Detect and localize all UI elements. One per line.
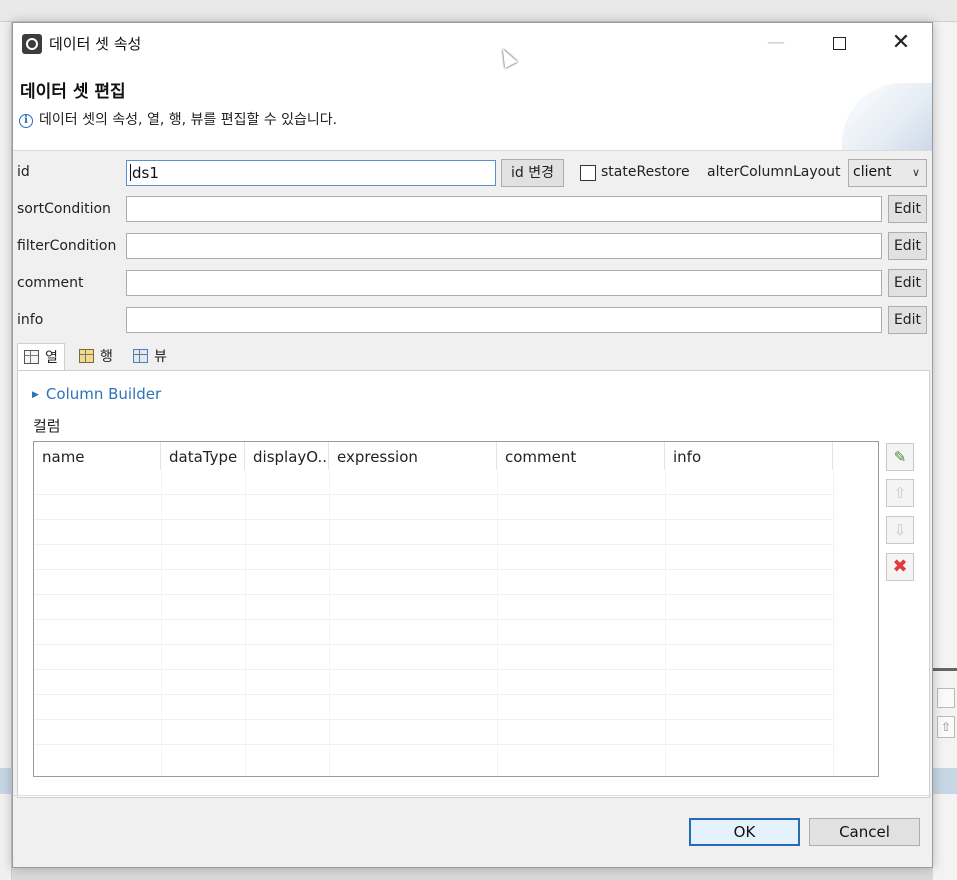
delete-column-button[interactable]: ✖ [886,553,914,581]
tab-rows-label: 행 [100,349,113,365]
alter-column-layout-select[interactable]: client ∨ [848,159,927,187]
sort-condition-label: sortCondition [17,201,111,217]
grid-col-line [833,470,834,776]
grid-header-name[interactable]: name [34,442,161,470]
info-input[interactable] [126,307,882,333]
add-column-button[interactable]: ✎ [886,443,914,471]
ok-button[interactable]: OK [689,818,800,846]
chevron-down-icon: ∨ [911,166,920,179]
grid-header-expression[interactable]: expression [329,442,497,470]
id-input-value: ds1 [132,164,159,182]
grid-row-line [34,544,834,545]
filter-condition-input[interactable] [126,233,882,259]
grid-row-line [34,619,834,620]
columns-section-label: 컬럼 [33,417,61,435]
dataset-properties-dialog: 데이터 셋 속성 — ✕ 데이터 셋 편집 i 데이터 셋의 속성, 열, 행, … [12,22,933,868]
id-label: id [17,164,30,180]
background-right-panel [933,22,957,880]
info-edit-button[interactable]: Edit [888,306,927,334]
delete-icon: ✖ [892,556,908,577]
arrow-down-icon: ⇩ [893,521,907,539]
dialog-header: 데이터 셋 편집 i 데이터 셋의 속성, 열, 행, 뷰를 편집할 수 있습니다… [13,63,932,151]
column-builder-label: Column Builder [45,385,162,403]
grid-row-line [34,644,834,645]
app-icon [22,34,42,54]
grid-header-info[interactable]: info [665,442,833,470]
sort-condition-input[interactable] [126,196,882,222]
footer-separator [13,795,932,796]
expand-triangle-icon: ▶ [32,390,39,400]
grid-row-line [34,669,834,670]
header-description: i 데이터 셋의 속성, 열, 행, 뷰를 편집할 수 있습니다. [19,109,337,129]
grid-row-line [34,569,834,570]
grid-header-comment[interactable]: comment [497,442,665,470]
info-icon: i [19,114,33,128]
comment-input[interactable] [126,270,882,296]
background-left-panel [0,22,12,880]
alter-column-layout-label: alterColumnLayout [707,164,841,180]
info-label: info [17,312,44,328]
minimize-button[interactable]: — [753,23,799,63]
grid-header-displayorder[interactable]: displayO... [245,442,329,470]
alter-column-layout-value: client [853,164,892,180]
arrow-up-icon: ⇧ [893,484,907,502]
grid-col-line [665,470,666,776]
view-grid-icon [133,349,148,363]
grid-row-line [34,719,834,720]
grid-row-line [34,744,834,745]
tab-view[interactable]: 뷰 [127,343,173,369]
filter-condition-label: filterCondition [17,238,117,254]
background-toolbar [0,0,957,22]
maximize-icon [832,36,846,50]
text-caret [130,164,131,181]
tab-rows[interactable]: 행 [73,343,119,369]
row-grid-icon [79,349,94,363]
state-restore-label: stateRestore [601,164,690,180]
state-restore-checkbox[interactable] [580,165,596,181]
close-button[interactable]: ✕ [878,23,924,63]
header-description-text: 데이터 셋의 속성, 열, 행, 뷰를 편집할 수 있습니다. [39,112,338,128]
sort-condition-edit-button[interactable]: Edit [888,195,927,223]
dialog-titlebar: 데이터 셋 속성 — ✕ [13,23,932,63]
header-title: 데이터 셋 편집 [20,82,126,102]
id-input[interactable]: ds1 [126,160,496,186]
grid-col-line [497,470,498,776]
grid-header-row: name dataType displayO... expression com… [34,442,878,470]
column-grid-icon [24,350,39,364]
comment-edit-button[interactable]: Edit [888,269,927,297]
background-scroll-up-icon: ⇧ [937,716,955,738]
background-divider [933,668,957,671]
comment-label: comment [17,275,84,291]
grid-col-line [161,470,162,776]
move-up-button[interactable]: ⇧ [886,479,914,507]
grid-col-line [329,470,330,776]
maximize-button[interactable] [816,23,862,63]
column-builder-link[interactable]: ▶ Column Builder [32,385,161,403]
grid-row-line [34,694,834,695]
rename-id-button[interactable]: id 변경 [501,159,564,187]
grid-row-line [34,519,834,520]
header-decoration [842,83,932,150]
filter-condition-edit-button[interactable]: Edit [888,232,927,260]
columns-tab-panel: ▶ Column Builder 컬럼 name dataType display… [17,370,930,798]
move-down-button[interactable]: ⇩ [886,516,914,544]
tab-view-label: 뷰 [154,349,167,365]
grid-header-datatype[interactable]: dataType [161,442,245,470]
background-minimize-icon [937,688,955,708]
add-column-icon: ✎ [893,448,907,466]
columns-grid[interactable]: name dataType displayO... expression com… [33,441,879,777]
grid-row-line [34,494,834,495]
cancel-button[interactable]: Cancel [809,818,920,846]
tab-columns[interactable]: 열 [17,343,65,371]
tab-columns-label: 열 [45,350,58,366]
dialog-title: 데이터 셋 속성 [49,35,142,53]
grid-row-line [34,594,834,595]
grid-col-line [245,470,246,776]
